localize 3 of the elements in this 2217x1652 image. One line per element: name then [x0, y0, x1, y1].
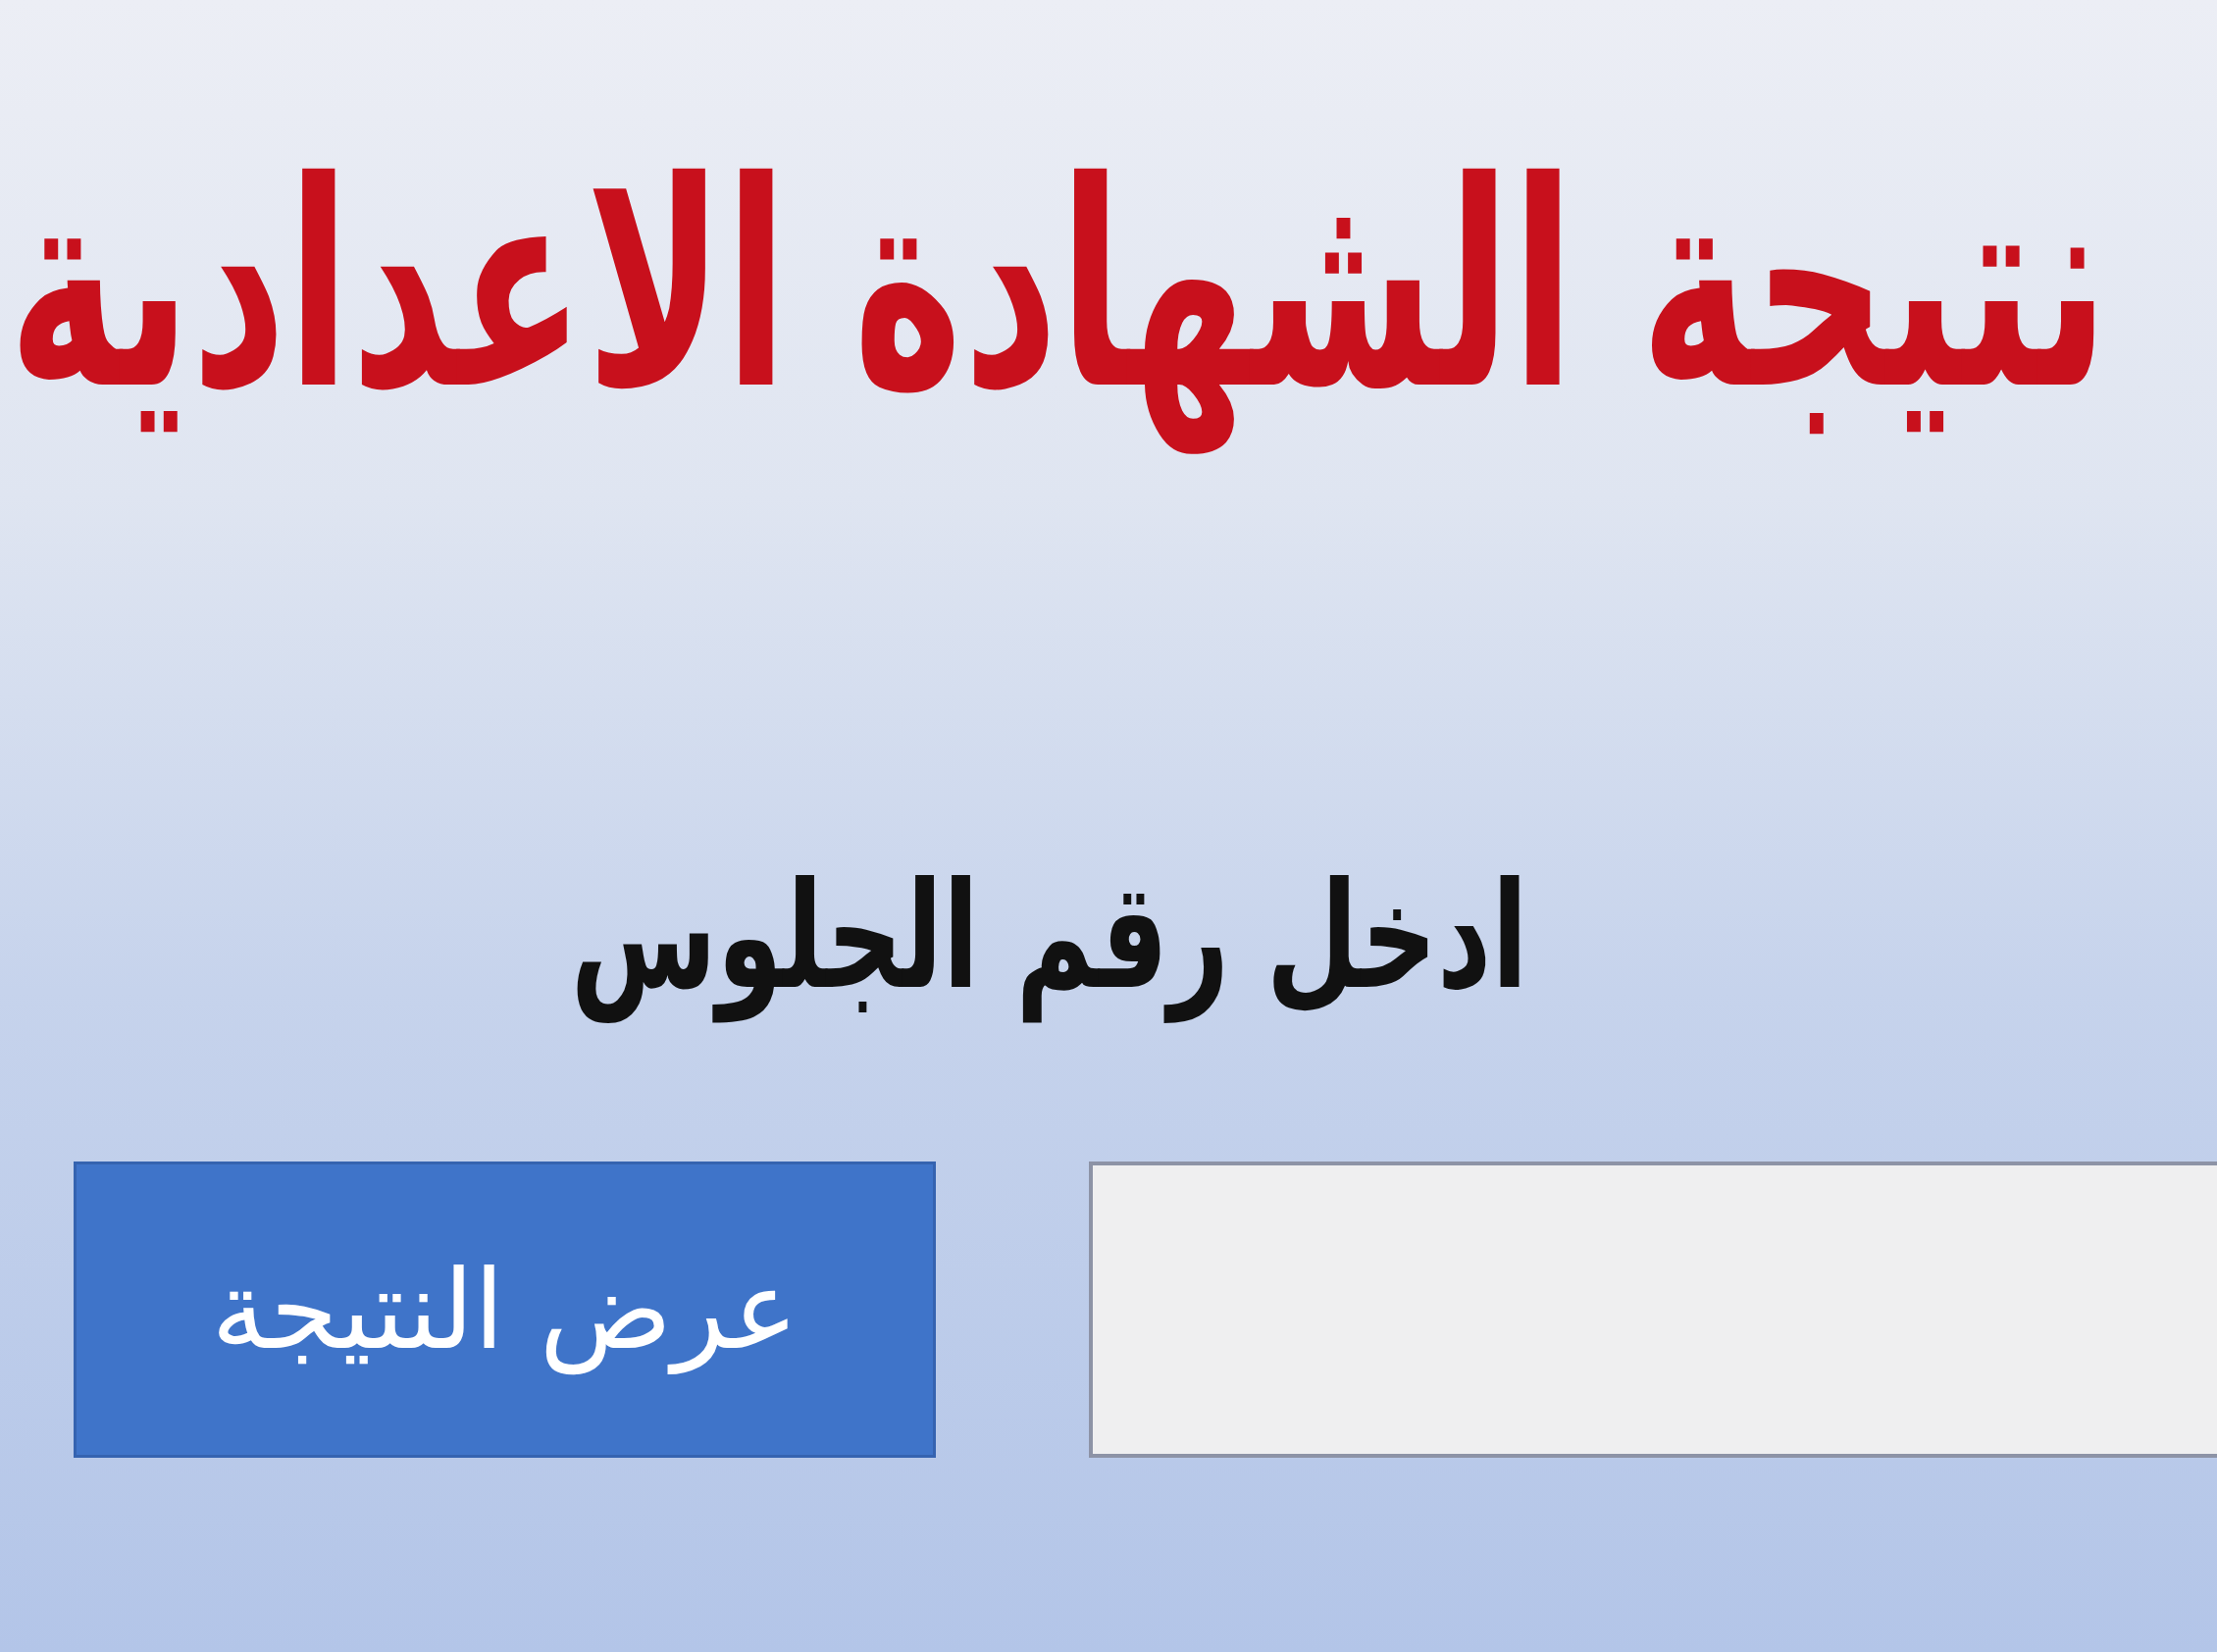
seat-number-label: ادخل رقم الجلوس [571, 849, 1528, 1024]
seat-number-input[interactable] [1089, 1161, 2217, 1458]
show-result-button[interactable]: عرض النتيجة [74, 1161, 936, 1458]
